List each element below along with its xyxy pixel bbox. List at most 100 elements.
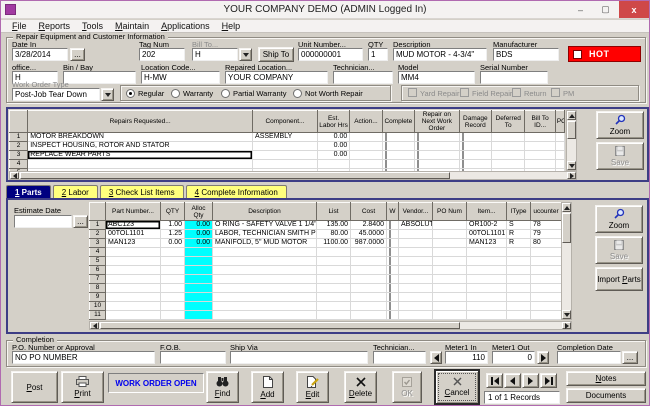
ucounter-cell[interactable] — [530, 265, 562, 275]
menu-file[interactable]: File — [6, 21, 33, 31]
itype-cell[interactable]: S — [506, 220, 531, 230]
description-input[interactable]: MUD MOTOR - 4-3/4" — [393, 48, 487, 61]
description-cell[interactable] — [212, 292, 317, 302]
scroll-thumb[interactable] — [562, 213, 571, 243]
qty-cell[interactable]: 1.00 — [160, 220, 185, 230]
w-checkbox[interactable] — [389, 257, 391, 265]
cost-cell[interactable] — [350, 283, 387, 293]
repair-next-cell[interactable] — [414, 132, 460, 142]
complete-cell[interactable] — [381, 150, 416, 160]
bill-to-id-cell[interactable] — [524, 159, 556, 169]
bill-to-id-cell[interactable] — [524, 150, 556, 160]
vendor-cell[interactable] — [398, 292, 433, 302]
repair-next-checkbox[interactable] — [417, 133, 420, 141]
po-num-cell[interactable] — [432, 220, 467, 230]
itype-cell[interactable] — [506, 274, 531, 284]
qty-input[interactable]: 1 — [368, 48, 388, 61]
scroll-down-button[interactable] — [567, 161, 576, 170]
item-cell[interactable]: MAN123 — [466, 238, 507, 248]
w-cell[interactable] — [386, 274, 399, 284]
description-cell[interactable] — [212, 283, 317, 293]
not-worth-repair-radio[interactable] — [293, 89, 302, 98]
repairs-vertical-scrollbar[interactable] — [566, 110, 577, 171]
row-number[interactable]: 2 — [89, 229, 106, 239]
alloc-qty-cell[interactable] — [184, 274, 213, 284]
ship-via-input[interactable] — [230, 351, 368, 364]
estimate-date-browse-button[interactable]: ... — [73, 215, 88, 228]
w-checkbox[interactable] — [389, 239, 391, 247]
ucounter-cell[interactable] — [530, 283, 562, 293]
po-cell[interactable] — [554, 141, 566, 151]
list-cell[interactable] — [316, 310, 351, 320]
list-cell[interactable] — [316, 256, 351, 266]
scroll-thumb[interactable] — [100, 322, 460, 329]
est-labor-cell[interactable]: 0.00 — [316, 141, 351, 151]
deferred-cell[interactable] — [491, 150, 526, 160]
qty-cell[interactable] — [160, 283, 185, 293]
item-cell[interactable] — [466, 256, 507, 266]
ucounter-cell[interactable] — [530, 274, 562, 284]
menu-reports[interactable]: Reports — [33, 21, 77, 31]
list-cell[interactable]: 80.00 — [316, 229, 351, 239]
cost-cell[interactable] — [350, 292, 387, 302]
list-cell[interactable] — [316, 301, 351, 311]
repair-next-checkbox[interactable] — [417, 160, 420, 168]
menu-maintain[interactable]: Maintain — [109, 21, 155, 31]
next-record-button[interactable] — [522, 373, 539, 388]
repaired-location-input[interactable]: YOUR COMPANY — [225, 71, 328, 84]
regular-radio[interactable] — [126, 89, 135, 98]
alloc-qty-cell[interactable] — [184, 247, 213, 257]
row-number[interactable]: 9 — [89, 292, 106, 302]
vendor-cell[interactable] — [398, 283, 433, 293]
qty-cell[interactable] — [160, 292, 185, 302]
ucounter-cell[interactable] — [530, 310, 562, 320]
first-record-button[interactable] — [486, 373, 503, 388]
date-in-browse-button[interactable]: ... — [70, 48, 85, 61]
estimate-date-input[interactable] — [14, 215, 72, 228]
alloc-qty-cell[interactable] — [184, 310, 213, 320]
maximize-button[interactable]: ▢ — [593, 1, 618, 18]
model-input[interactable]: MM4 — [398, 71, 475, 84]
vendor-cell[interactable] — [398, 229, 433, 239]
list-cell[interactable] — [316, 274, 351, 284]
description-cell[interactable] — [212, 274, 317, 284]
w-cell[interactable] — [386, 256, 399, 266]
cost-cell[interactable] — [350, 310, 387, 320]
edit-button[interactable]: Edit — [296, 371, 329, 403]
description-cell[interactable] — [212, 256, 317, 266]
print-button[interactable]: Print — [61, 371, 104, 403]
parts-horizontal-scrollbar[interactable] — [89, 321, 572, 330]
complete-checkbox[interactable] — [384, 151, 387, 159]
damage-checkbox[interactable] — [461, 160, 464, 168]
qty-cell[interactable]: 1.25 — [160, 229, 185, 239]
ucounter-cell[interactable] — [530, 301, 562, 311]
item-cell[interactable] — [466, 292, 507, 302]
notes-button[interactable]: Notes — [566, 371, 646, 386]
cost-cell[interactable] — [350, 274, 387, 284]
alloc-qty-cell[interactable]: 0.00 — [184, 238, 213, 248]
ucounter-cell[interactable]: 78 — [530, 220, 562, 230]
row-number[interactable]: 1 — [8, 132, 29, 142]
est-labor-cell[interactable]: 0.00 — [316, 150, 351, 160]
description-cell[interactable]: MANIFOLD, 5" MUD MOTOR — [212, 238, 317, 248]
alloc-qty-cell[interactable] — [184, 301, 213, 311]
row-number[interactable]: 1 — [89, 220, 106, 230]
ucounter-cell[interactable]: 80 — [530, 238, 562, 248]
technician-input[interactable] — [333, 71, 393, 84]
item-cell[interactable]: 00TOL1101 — [466, 229, 507, 239]
serial-number-input[interactable] — [480, 71, 548, 84]
vendor-cell[interactable] — [398, 256, 433, 266]
scroll-up-button[interactable] — [562, 203, 571, 212]
action-cell[interactable] — [349, 159, 383, 169]
bill-to-id-cell[interactable] — [524, 141, 556, 151]
action-cell[interactable] — [349, 132, 383, 142]
meter-next-button[interactable] — [537, 351, 549, 364]
row-number[interactable]: 3 — [89, 238, 106, 248]
po-num-cell[interactable] — [432, 292, 467, 302]
list-cell[interactable] — [316, 283, 351, 293]
component-cell[interactable] — [252, 150, 318, 160]
item-cell[interactable] — [466, 283, 507, 293]
component-cell[interactable]: ASSEMBLY — [252, 132, 318, 142]
tab-labor[interactable]: 2 Labor — [52, 185, 98, 199]
part-number-cell[interactable]: 00TOL1101 — [105, 229, 161, 239]
